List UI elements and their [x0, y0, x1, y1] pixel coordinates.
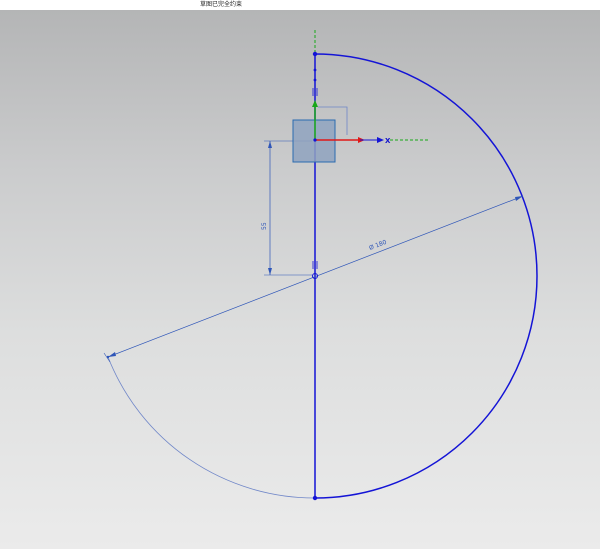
endpoint-top[interactable] [312, 51, 318, 57]
point-upper-b[interactable] [313, 78, 317, 82]
x-axis-label: X [385, 137, 391, 145]
x-axis-blue-arrowhead [377, 137, 384, 143]
dim-arrow-top [268, 141, 272, 148]
reference-arc[interactable] [107, 356, 316, 499]
status-bar: 草图已完全约束 [0, 0, 600, 10]
diameter-arrow-right [515, 196, 523, 201]
point-upper-a[interactable] [313, 68, 317, 72]
semicircle-arc[interactable] [314, 53, 538, 499]
sketch-status-message: 草图已完全约束 [200, 1, 243, 8]
arc-endpoint-left[interactable] [106, 355, 110, 359]
graphics-viewport[interactable]: Ø 180 55 X [0, 10, 600, 549]
vertical-dimension-label[interactable]: 55 [261, 222, 268, 230]
y-axis-arrowhead [312, 100, 318, 107]
csys-origin-point[interactable] [313, 138, 317, 142]
diameter-arrow-left [108, 352, 116, 357]
dim-arrow-bottom [268, 268, 272, 275]
sketch-canvas[interactable]: Ø 180 55 X [0, 10, 600, 549]
endpoint-bottom[interactable] [312, 495, 318, 501]
